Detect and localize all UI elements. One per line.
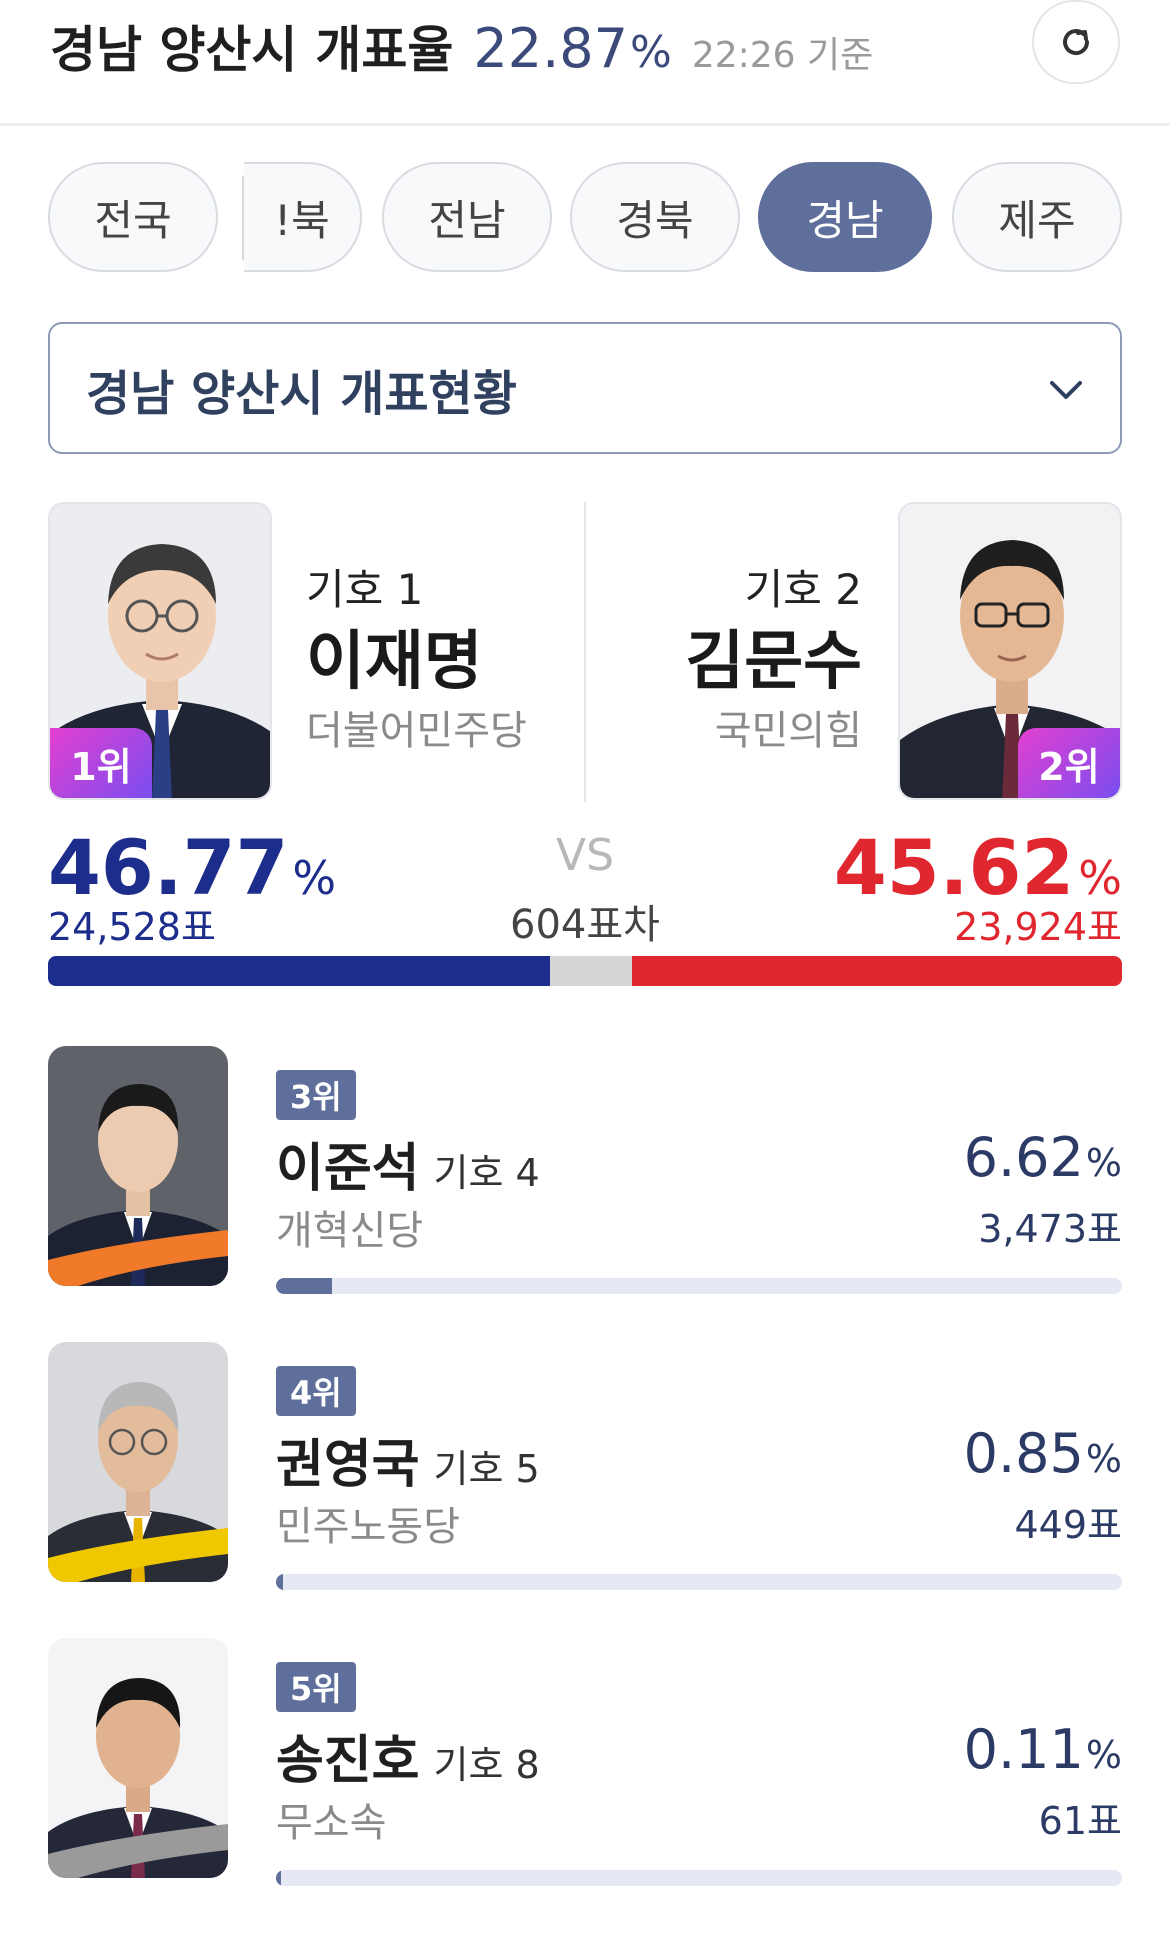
district-dropdown[interactable]: 경남 양산시 개표현황 bbox=[48, 322, 1122, 454]
tab-nationwide[interactable]: 전국 bbox=[48, 162, 218, 272]
candidate-percent-value: 0.11 bbox=[963, 1718, 1084, 1781]
candidate-2-party: 국민의힘 bbox=[714, 708, 862, 754]
candidate-2-photo: 2위 bbox=[898, 502, 1122, 800]
candidate-percent: 0.11% bbox=[964, 1718, 1122, 1781]
candidate-photo bbox=[48, 1046, 228, 1286]
candidate-row[interactable]: 4위 권영국 기호 5 민주노동당 0.85% 449표 bbox=[48, 1342, 1122, 1592]
candidate-name: 송진호 기호 8 bbox=[276, 1718, 540, 1793]
vote-share-bar-first bbox=[48, 956, 550, 986]
vote-difference: 604표차 bbox=[510, 902, 660, 948]
header-count-label: 개표율 bbox=[315, 21, 454, 79]
tab-gyeongbuk[interactable]: 경북 bbox=[570, 162, 740, 272]
candidate-number: 기호 4 bbox=[433, 1151, 540, 1195]
rank-badge: 1위 bbox=[50, 728, 152, 798]
candidate-party: 무소속 bbox=[276, 1800, 387, 1846]
candidate-party: 민주노동당 bbox=[276, 1504, 460, 1550]
tab-gyeongnam[interactable]: 경남 bbox=[758, 162, 932, 272]
candidate-votes: 3,473표 bbox=[978, 1207, 1122, 1251]
candidate-1-name: 이재명 bbox=[306, 625, 483, 699]
candidate-photo bbox=[48, 1342, 228, 1582]
vote-share-fill bbox=[276, 1278, 332, 1294]
candidate-photo bbox=[48, 1638, 228, 1878]
vote-share-fill bbox=[276, 1870, 282, 1886]
candidate-2-number: 기호 2 bbox=[744, 565, 862, 614]
update-time: 22:26 기준 bbox=[691, 35, 874, 76]
vote-share-bar-second bbox=[632, 956, 1122, 986]
count-rate-unit: % bbox=[630, 27, 672, 78]
refresh-icon bbox=[1063, 29, 1090, 56]
vote-share-bar bbox=[276, 1278, 1122, 1294]
candidate-name-text: 이준석 bbox=[276, 1139, 420, 1199]
candidate-divider bbox=[584, 502, 586, 802]
candidate-2-name: 김문수 bbox=[685, 625, 862, 699]
rank-badge: 5위 bbox=[276, 1662, 356, 1712]
tab-partial[interactable]: !북 bbox=[244, 162, 362, 272]
percent-unit: % bbox=[1085, 1437, 1122, 1481]
percent-unit: % bbox=[292, 851, 337, 905]
candidate-1-number: 기호 1 bbox=[306, 565, 424, 614]
candidate-1-percent: 46.77% bbox=[48, 830, 336, 906]
header-title: 경남 양산시 개표율 22.87 % 22:26 기준 bbox=[50, 10, 873, 80]
tab-jeju[interactable]: 제주 bbox=[952, 162, 1122, 272]
candidate-row[interactable]: 5위 송진호 기호 8 무소속 0.11% 61표 bbox=[48, 1638, 1122, 1888]
candidate-name-text: 송진호 bbox=[276, 1731, 420, 1791]
dropdown-label: 경남 양산시 개표현황 bbox=[86, 366, 517, 422]
vote-share-bar bbox=[276, 1574, 1122, 1590]
candidate-votes: 61표 bbox=[1038, 1799, 1122, 1843]
candidate-percent: 0.85% bbox=[964, 1422, 1122, 1485]
candidate-party: 개혁신당 bbox=[276, 1208, 424, 1254]
vs-label: VS bbox=[555, 830, 615, 881]
count-rate: 22.87 bbox=[473, 17, 629, 80]
tab-jeonnam[interactable]: 전남 bbox=[382, 162, 552, 272]
vote-share-bar bbox=[48, 956, 1122, 986]
header: 경남 양산시 개표율 22.87 % 22:26 기준 bbox=[0, 0, 1170, 126]
rank-badge: 2위 bbox=[1018, 728, 1120, 798]
chevron-down-icon bbox=[1050, 381, 1082, 399]
candidate-1-photo: 1위 bbox=[48, 502, 272, 800]
candidate-percent: 6.62% bbox=[964, 1126, 1122, 1189]
header-region: 경남 양산시 bbox=[50, 21, 298, 79]
refresh-button[interactable] bbox=[1032, 0, 1120, 84]
candidate-name-text: 권영국 bbox=[276, 1435, 420, 1495]
portrait-illustration bbox=[48, 1638, 228, 1878]
percent-unit: % bbox=[1085, 1733, 1122, 1777]
candidate-row[interactable]: 3위 이준석 기호 4 개혁신당 6.62% 3,473표 bbox=[48, 1046, 1122, 1296]
candidate-number: 기호 5 bbox=[433, 1447, 540, 1491]
vote-share-fill bbox=[276, 1574, 284, 1590]
candidate-name: 이준석 기호 4 bbox=[276, 1126, 540, 1201]
portrait-illustration bbox=[48, 1046, 228, 1286]
candidate-percent-value: 6.62 bbox=[963, 1126, 1084, 1189]
percent-unit: % bbox=[1085, 1141, 1122, 1185]
candidate-1-party: 더불어민주당 bbox=[306, 708, 527, 754]
region-tabs: 전국 !북 전남 경북 경남 제주 bbox=[48, 162, 1123, 274]
portrait-illustration bbox=[48, 1342, 228, 1582]
rank-badge: 4위 bbox=[276, 1366, 356, 1416]
candidate-2-votes: 23,924표 bbox=[954, 905, 1122, 949]
rank-badge: 3위 bbox=[276, 1070, 356, 1120]
candidate-name: 권영국 기호 5 bbox=[276, 1422, 540, 1497]
candidate-1-votes: 24,528표 bbox=[48, 905, 216, 949]
vote-share-bar bbox=[276, 1870, 1122, 1886]
candidate-2-percent: 45.62% bbox=[834, 830, 1122, 906]
candidate-votes: 449표 bbox=[1014, 1503, 1123, 1547]
candidate-percent-value: 0.85 bbox=[963, 1422, 1084, 1485]
candidate-number: 기호 8 bbox=[433, 1743, 540, 1787]
